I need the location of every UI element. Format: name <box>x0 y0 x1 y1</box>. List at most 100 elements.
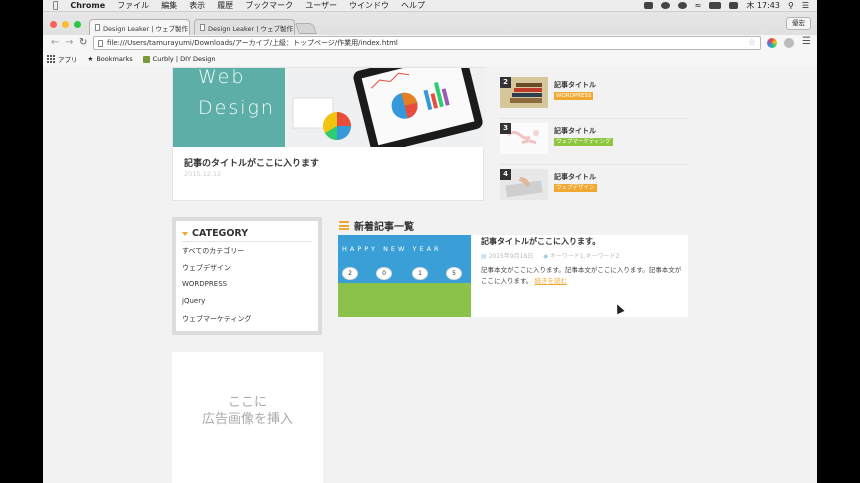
reload-icon[interactable]: ↻ <box>79 37 87 48</box>
menu-file[interactable]: ファイル <box>117 0 149 11</box>
category-widget: CATEGORY すべてのカテゴリー ウェブデザイン WORDPRESS jQu… <box>172 217 322 335</box>
web-page: Web Design 記事のタイトルがここに入ります 2015.12.12 2 … <box>43 67 817 483</box>
zoom-window-icon[interactable] <box>74 21 81 28</box>
back-icon[interactable]: ← <box>51 37 59 48</box>
extension-icon[interactable] <box>784 38 794 48</box>
featured-article-title[interactable]: 記事のタイトルがここに入ります <box>184 156 319 169</box>
calendar-icon: ▤ <box>481 253 487 260</box>
bookmark-label: Bookmarks <box>96 55 133 63</box>
input-source-icon[interactable] <box>729 2 739 9</box>
featured-article-date: 2015.12.12 <box>184 170 222 178</box>
close-window-icon[interactable] <box>50 21 57 28</box>
category-badge[interactable]: ウェブデザイン <box>554 184 597 192</box>
notification-icon[interactable] <box>643 2 653 9</box>
ad-line-1: ここに <box>227 395 267 410</box>
latest-article-title[interactable]: 記事タイトルがここに入ります。 <box>481 236 600 247</box>
read-more-link[interactable]: 続きを読む <box>534 277 567 285</box>
chrome-menu-icon[interactable]: ☰ <box>802 36 811 47</box>
address-bar[interactable]: file:///Users/tamurayumi/Downloads/アーカイブ… <box>93 36 761 50</box>
category-link-web-design[interactable]: ウェブデザイン <box>182 263 231 273</box>
notification-center-icon[interactable]: ☰ <box>802 1 809 10</box>
sheep-digit: 0 <box>376 267 392 280</box>
tab-active[interactable]: Design Leaker | ウェブ製作 × <box>89 19 190 35</box>
featured-article[interactable]: Web Design 記事のタイトルがここに入ります 2015.12.12 <box>172 67 485 201</box>
battery-icon[interactable] <box>709 2 722 9</box>
triangle-down-icon <box>182 231 188 236</box>
rank-badge: 4 <box>500 169 511 180</box>
menu-edit[interactable]: 編集 <box>161 0 177 11</box>
article-date: 2015年9月18日 <box>488 253 534 260</box>
ad-placeholder[interactable]: ここに 広告画像を挿入 <box>172 352 323 483</box>
bookmark-star-icon[interactable]: ☆ <box>748 38 756 48</box>
divider <box>182 241 312 242</box>
sync-icon[interactable] <box>660 2 670 9</box>
bookmark-label: Curbly | DIY Design <box>152 55 216 63</box>
sheep-digit: 2 <box>342 267 358 280</box>
tag-meta: ◆ キーワード1,キーワード2 <box>543 251 619 260</box>
url-text: file:///Users/tamurayumi/Downloads/アーカイブ… <box>107 39 398 47</box>
new-tab-button[interactable] <box>294 23 318 34</box>
category-link-all[interactable]: すべてのカテゴリー <box>182 246 244 256</box>
list-item[interactable]: 4 記事タイトル ウェブデザイン <box>500 165 688 211</box>
category-badge[interactable]: WORDPRESS <box>554 92 594 100</box>
menubar-status-area: ≈ 木 17:43 ⚲ ☰ <box>643 0 817 11</box>
browser-toolbar: ← → ↻ file:///Users/tamurayumi/Downloads… <box>43 35 817 52</box>
menu-bookmarks[interactable]: ブックマーク <box>245 0 293 11</box>
forward-icon[interactable]: → <box>65 37 73 48</box>
window-controls <box>50 21 81 28</box>
apps-grid-icon <box>47 55 55 63</box>
menu-app-name[interactable]: Chrome <box>70 1 105 10</box>
web-design-panel: Web Design <box>173 68 285 147</box>
popular-articles-list: 2 記事タイトル WORDPRESS 3 記事タイトル ウェブマーケティング 4… <box>500 73 688 211</box>
menu-view[interactable]: 表示 <box>189 0 205 11</box>
latest-article-card[interactable]: HAPPY NEW YEAR 2 0 1 5 記事タイトルがここに入ります。 ▤… <box>338 235 688 317</box>
tab-title: Design Leaker | ウェブ製作 <box>208 24 294 33</box>
bookmark-bookmarks[interactable]: ★ Bookmarks <box>88 55 133 63</box>
minimize-window-icon[interactable] <box>62 21 69 28</box>
category-link-jquery[interactable]: jQuery <box>182 297 205 305</box>
profile-button[interactable]: 優宏 <box>786 17 811 30</box>
rank-badge: 2 <box>500 77 511 88</box>
excerpt-text: 記事本文がここに入ります。記事本文がここに入ります。記事本文がここに入ります。 <box>481 266 682 285</box>
screen:  Chrome ファイル 編集 表示 履歴 ブックマーク ユーザー ウインドウ… <box>43 0 817 483</box>
menu-help[interactable]: ヘルプ <box>401 0 425 11</box>
image-text-happy-new-year: HAPPY NEW YEAR <box>342 245 442 253</box>
category-link-web-marketing[interactable]: ウェブマーケティング <box>182 314 251 324</box>
mac-menubar:  Chrome ファイル 編集 表示 履歴 ブックマーク ユーザー ウインドウ… <box>43 0 817 12</box>
article-title[interactable]: 記事タイトル <box>554 172 596 182</box>
document-icon <box>95 24 100 31</box>
category-badge[interactable]: ウェブマーケティング <box>554 138 613 146</box>
category-link-wordpress[interactable]: WORDPRESS <box>182 280 227 288</box>
ad-line-2: 広告画像を挿入 <box>201 412 293 427</box>
ad-placeholder-text: ここに 広告画像を挿入 <box>172 394 323 428</box>
latest-articles-heading-label: 新着記事一覧 <box>354 222 414 233</box>
bookmarks-bar: アプリ ★ Bookmarks Curbly | DIY Design <box>43 52 817 66</box>
star-icon: ★ <box>87 55 94 63</box>
list-item[interactable]: 3 記事タイトル ウェブマーケティング <box>500 119 688 165</box>
latest-article-meta: ▤ 2015年9月18日 ◆ キーワード1,キーワード2 <box>481 251 619 260</box>
tag-icon: ◆ <box>543 253 548 260</box>
bookmark-curbly[interactable]: Curbly | DIY Design <box>142 55 216 63</box>
menu-user[interactable]: ユーザー <box>305 0 337 11</box>
date-meta: ▤ 2015年9月18日 <box>481 251 533 260</box>
category-heading-label: CATEGORY <box>192 228 249 239</box>
menubar-clock[interactable]: 木 17:43 <box>746 0 780 11</box>
record-icon[interactable] <box>677 2 687 9</box>
article-thumbnail: 2 <box>500 77 548 108</box>
tab-inactive[interactable]: Design Leaker | ウェブ製作 × <box>194 19 295 35</box>
article-title[interactable]: 記事タイトル <box>554 80 596 90</box>
menu-window[interactable]: ウインドウ <box>349 0 389 11</box>
spotlight-icon[interactable]: ⚲ <box>788 1 794 10</box>
bookmark-apps[interactable]: アプリ <box>47 54 78 64</box>
menu-history[interactable]: 履歴 <box>217 0 233 11</box>
list-item[interactable]: 2 記事タイトル WORDPRESS <box>500 73 688 119</box>
curbly-favicon-icon <box>142 55 150 63</box>
apple-menu-icon[interactable]:  <box>53 1 58 11</box>
sheep-digit: 5 <box>446 267 462 280</box>
article-tags[interactable]: キーワード1,キーワード2 <box>550 253 620 260</box>
color-extension-icon[interactable] <box>767 38 777 48</box>
wifi-icon[interactable]: ≈ <box>695 1 702 10</box>
article-title[interactable]: 記事タイトル <box>554 126 596 136</box>
featured-article-image: Web Design <box>173 68 485 147</box>
browser-chrome: Design Leaker | ウェブ製作 × Design Leaker | … <box>43 12 817 66</box>
